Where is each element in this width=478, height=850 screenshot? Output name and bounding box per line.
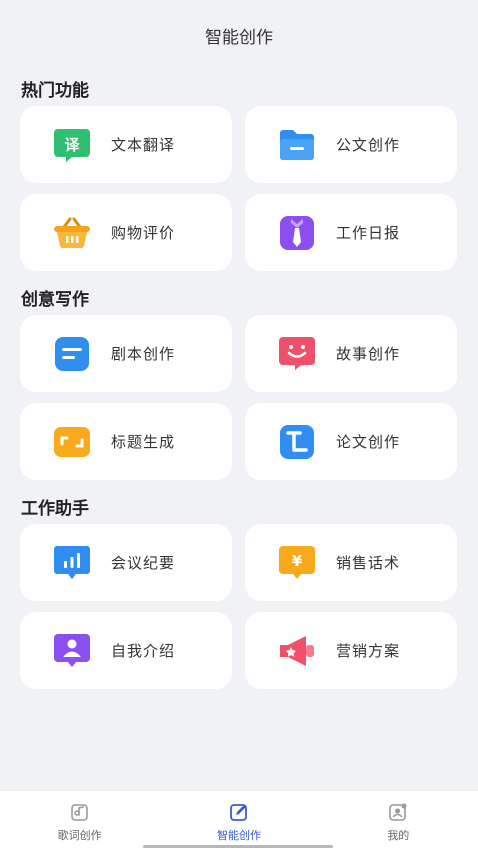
bar-chart-icon <box>52 543 92 583</box>
card-title-generation[interactable]: 标题生成 <box>20 403 232 480</box>
tab-label: 歌词创作 <box>57 829 102 842</box>
tab-lyrics[interactable]: 歌词创作 <box>0 791 159 850</box>
card-self-intro[interactable]: 自我介绍 <box>20 612 232 689</box>
translate-icon: 译 <box>52 125 92 165</box>
card-label: 会议纪要 <box>111 554 176 572</box>
card-story-writing[interactable]: 故事创作 <box>245 315 457 392</box>
card-shopping-review[interactable]: 购物评价 <box>20 194 232 271</box>
card-label: 自我介绍 <box>111 642 176 660</box>
script-icon <box>52 334 92 374</box>
edit-icon <box>229 802 249 822</box>
tie-icon <box>277 213 317 253</box>
card-paper-writing[interactable]: 论文创作 <box>245 403 457 480</box>
card-label: 论文创作 <box>336 433 401 451</box>
card-daily-report[interactable]: 工作日报 <box>245 194 457 271</box>
smile-icon <box>277 334 317 374</box>
card-text-translate[interactable]: 译 文本翻译 <box>20 106 232 183</box>
music-edit-icon <box>70 802 90 822</box>
tab-label: 我的 <box>387 829 410 842</box>
tab-smart-creation[interactable]: 智能创作 <box>159 791 318 850</box>
top-bar: 智能创作 <box>0 0 478 70</box>
card-label: 剧本创作 <box>111 345 176 363</box>
folder-icon <box>277 125 317 165</box>
card-label: 购物评价 <box>111 224 176 242</box>
card-label: 工作日报 <box>336 224 401 242</box>
card-marketing-plan[interactable]: 营销方案 <box>245 612 457 689</box>
card-meeting-minutes[interactable]: 会议纪要 <box>20 524 232 601</box>
yen-icon: ¥ <box>277 543 317 583</box>
page-title: 智能创作 <box>205 27 273 48</box>
card-sales-script[interactable]: ¥ 销售话术 <box>245 524 457 601</box>
card-label: 标题生成 <box>111 433 176 451</box>
card-label: 销售话术 <box>336 554 401 572</box>
card-script-writing[interactable]: 剧本创作 <box>20 315 232 392</box>
tab-label: 智能创作 <box>216 829 261 842</box>
card-label: 故事创作 <box>336 345 401 363</box>
svg-text:译: 译 <box>64 136 80 154</box>
tab-mine[interactable]: 我的 <box>319 791 478 850</box>
basket-icon <box>52 213 92 253</box>
svg-text:¥: ¥ <box>292 552 303 570</box>
card-label: 公文创作 <box>336 136 401 154</box>
section-title-work: 工作助手 <box>21 498 89 519</box>
card-official-doc[interactable]: 公文创作 <box>245 106 457 183</box>
section-title-hot: 热门功能 <box>21 80 89 101</box>
section-grid-hot: 译 文本翻译 公文创作 购物评价 工作日报 <box>0 106 478 271</box>
megaphone-icon <box>277 631 317 671</box>
section-grid-creative: 剧本创作 故事创作 标题生成 论文创作 <box>0 315 478 480</box>
section-grid-work: 会议纪要 ¥ 销售话术 自我介绍 营销方案 <box>0 524 478 689</box>
bottom-tab-bar: 歌词创作 智能创作 我的 <box>0 790 478 850</box>
profile-icon <box>388 802 408 822</box>
card-label: 营销方案 <box>336 642 401 660</box>
person-icon <box>52 631 92 671</box>
section-title-creative: 创意写作 <box>21 289 89 310</box>
paper-icon <box>277 422 317 462</box>
card-label: 文本翻译 <box>111 136 176 154</box>
title-frame-icon <box>52 422 92 462</box>
home-indicator <box>143 845 333 848</box>
